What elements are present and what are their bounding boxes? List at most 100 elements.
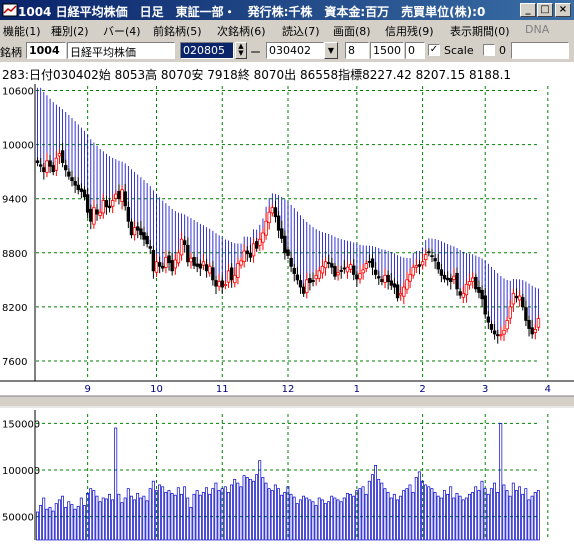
candle-body <box>486 316 491 323</box>
candle-body <box>311 279 315 283</box>
candle-body <box>452 275 456 280</box>
candle-body <box>233 274 237 284</box>
candle-body <box>35 160 40 164</box>
code-field[interactable]: 1004 <box>26 42 66 59</box>
date-dash: ー <box>250 46 261 59</box>
app-icon[interactable] <box>2 2 18 18</box>
menu-next-stock[interactable]: 次銘柄(6) <box>217 23 266 39</box>
title-bar[interactable]: 1004 日経平均株価 日足 東証一部・ 発行株:千株 資本金:百万 売買単位(… <box>0 0 574 20</box>
candle-body <box>226 270 231 283</box>
candle-body <box>461 292 466 298</box>
maximize-button[interactable]: □ <box>537 3 553 17</box>
month-tick-label: 3 <box>482 384 488 395</box>
candle-body <box>64 165 68 171</box>
candle-body <box>414 265 419 268</box>
candle-body <box>470 277 475 283</box>
menu-period[interactable]: 表示期間(0) <box>450 23 510 39</box>
candle-body <box>107 205 112 209</box>
info-bar: 283:日付030402始 8053高 8070安 7918終 8070出 86… <box>0 62 574 84</box>
candle-body <box>217 281 221 287</box>
candle-body <box>148 246 152 249</box>
month-tick-label: 11 <box>216 384 229 395</box>
candle-body <box>173 259 178 269</box>
candle-body <box>45 160 49 173</box>
candle-body <box>98 211 102 216</box>
candle-body <box>530 327 534 335</box>
end-date-dropdown-icon[interactable]: ▼ <box>324 42 338 59</box>
scale-zero-checkbox[interactable] <box>483 44 495 56</box>
candle-body <box>92 207 96 225</box>
spin-down-icon[interactable]: ▼ <box>236 50 246 57</box>
candle-body <box>373 269 378 275</box>
candle-body <box>195 263 199 267</box>
candle-body <box>154 261 159 273</box>
candle-body <box>179 238 184 256</box>
candle-body <box>70 177 74 182</box>
candle-body <box>120 189 124 202</box>
candle-body <box>170 260 174 272</box>
param3-field[interactable]: 0 <box>405 42 425 59</box>
menu-load[interactable]: 読込(7) <box>282 23 320 39</box>
candle-body <box>342 267 347 270</box>
param2-field[interactable]: 1500 <box>370 42 404 59</box>
scale-checkbox[interactable]: ✓ <box>428 44 440 56</box>
candle-body <box>411 266 415 276</box>
extra-field[interactable] <box>511 42 569 59</box>
candle-body <box>239 260 243 266</box>
chart-area[interactable]: 76008200880094001000010600 910111212343 … <box>0 84 574 544</box>
menu-margin[interactable]: 信用残(9) <box>385 23 434 39</box>
menu-screen[interactable]: 画面(8) <box>333 23 371 39</box>
candle-body <box>514 295 519 299</box>
candle-body <box>280 228 284 239</box>
candle-body <box>392 283 397 288</box>
menu-prev-stock[interactable]: 前銘柄(5) <box>153 23 202 39</box>
close-button[interactable]: × <box>555 3 571 17</box>
candle-body <box>95 209 99 215</box>
candle-body <box>289 257 293 267</box>
candle-body <box>136 226 140 231</box>
candle-body <box>326 262 331 265</box>
menu-bar-mode[interactable]: バー(4) <box>103 23 141 39</box>
candle-body <box>51 165 55 173</box>
candle-body <box>330 263 334 268</box>
candle-body <box>524 307 528 321</box>
candle-body <box>286 249 290 256</box>
candle-body <box>189 257 193 263</box>
candle-body <box>54 157 59 171</box>
param1-field[interactable]: 8 <box>345 42 369 59</box>
candle-body <box>251 243 256 257</box>
candle-body <box>139 228 143 236</box>
candle-body <box>499 334 503 337</box>
candle-body <box>57 153 62 157</box>
candle-body <box>464 283 469 296</box>
candle-body <box>211 267 215 281</box>
candle-body <box>295 274 300 281</box>
month-tick-label: 12 <box>282 384 295 395</box>
end-date-field[interactable]: 030402 <box>266 42 324 59</box>
candle-body <box>236 263 240 278</box>
name-field[interactable]: 日経平均株価 <box>67 42 175 59</box>
candle-body <box>164 256 168 268</box>
candle-body <box>192 257 196 266</box>
candle-body <box>502 329 506 335</box>
candle-body <box>151 250 156 272</box>
menu-type[interactable]: 種別(2) <box>51 23 89 39</box>
start-date-field[interactable]: 020805 <box>180 42 234 59</box>
minimize-button[interactable]: _ <box>520 3 536 17</box>
menu-function[interactable]: 機能(1) <box>3 23 41 39</box>
candle-body <box>505 319 509 330</box>
candle-body <box>424 254 428 261</box>
window-title: 1004 日経平均株価 日足 東証一部・ 発行株:千株 資本金:百万 売買単位(… <box>18 5 486 19</box>
candle-body <box>492 330 497 335</box>
candle-body <box>254 241 259 249</box>
month-tick-label: 2 <box>419 384 425 395</box>
candle-body <box>308 277 312 283</box>
candle-body <box>364 263 368 269</box>
candle-body <box>467 281 472 286</box>
date-spinner[interactable]: ▲ ▼ <box>235 42 247 59</box>
panel-divider[interactable] <box>0 396 574 408</box>
candle-body <box>298 280 303 288</box>
candle-body <box>110 200 115 207</box>
candle-body <box>208 265 212 274</box>
candle-body <box>48 160 52 167</box>
